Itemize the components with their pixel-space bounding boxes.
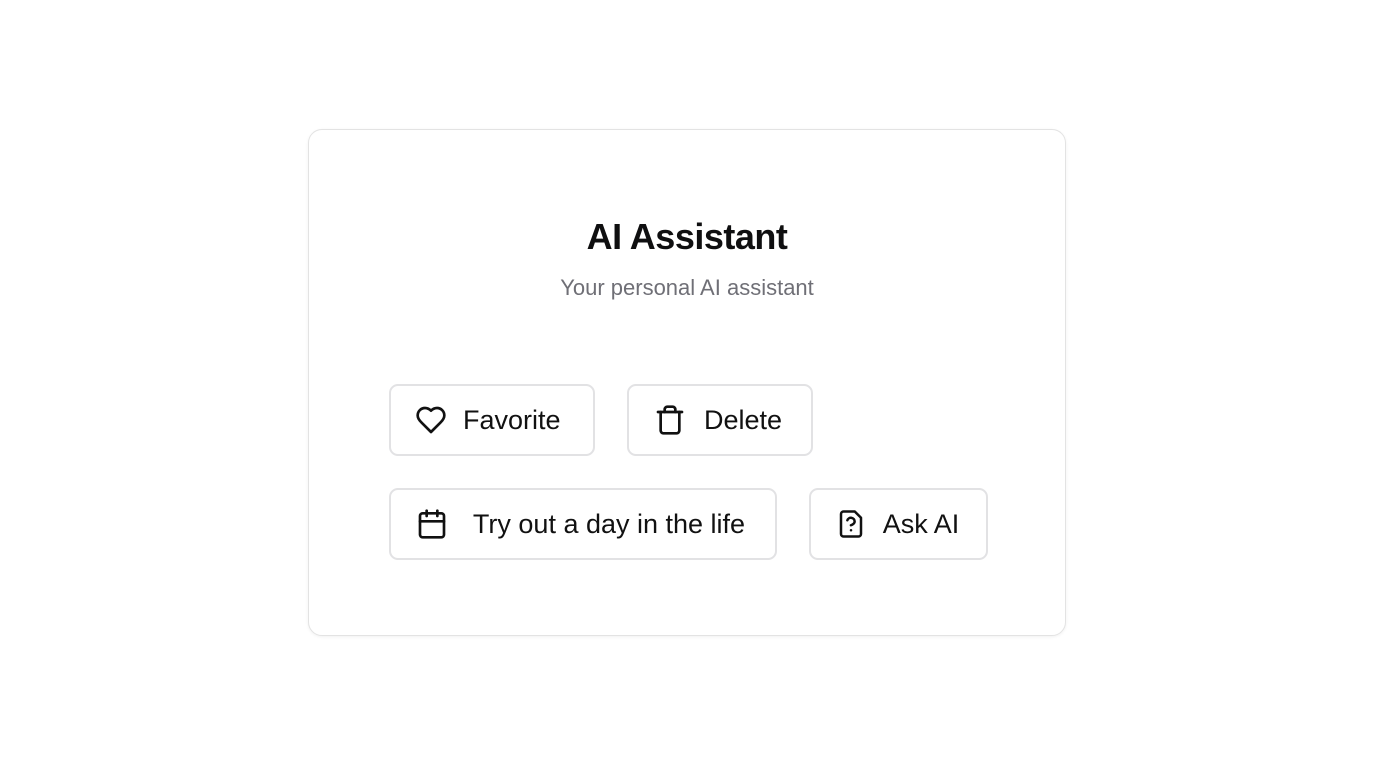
day-in-the-life-button[interactable]: Try out a day in the life [389,488,777,560]
card-title: AI Assistant [586,216,788,257]
card-subtitle: Your personal AI assistant [560,275,814,300]
ask-ai-button-label: Ask AI [882,509,960,539]
favorite-button[interactable]: Favorite [389,384,595,456]
calendar-icon [416,508,448,540]
file-question-icon [836,508,866,540]
delete-button[interactable]: Delete [627,384,813,456]
heart-icon [415,404,447,436]
delete-button-label: Delete [704,405,783,435]
day-in-the-life-button-label: Try out a day in the life [472,509,746,539]
ask-ai-button[interactable]: Ask AI [809,488,988,560]
favorite-button-label: Favorite [463,405,561,435]
assistant-card: AI Assistant Your personal AI assistant … [308,129,1066,636]
trash-icon [654,404,686,436]
